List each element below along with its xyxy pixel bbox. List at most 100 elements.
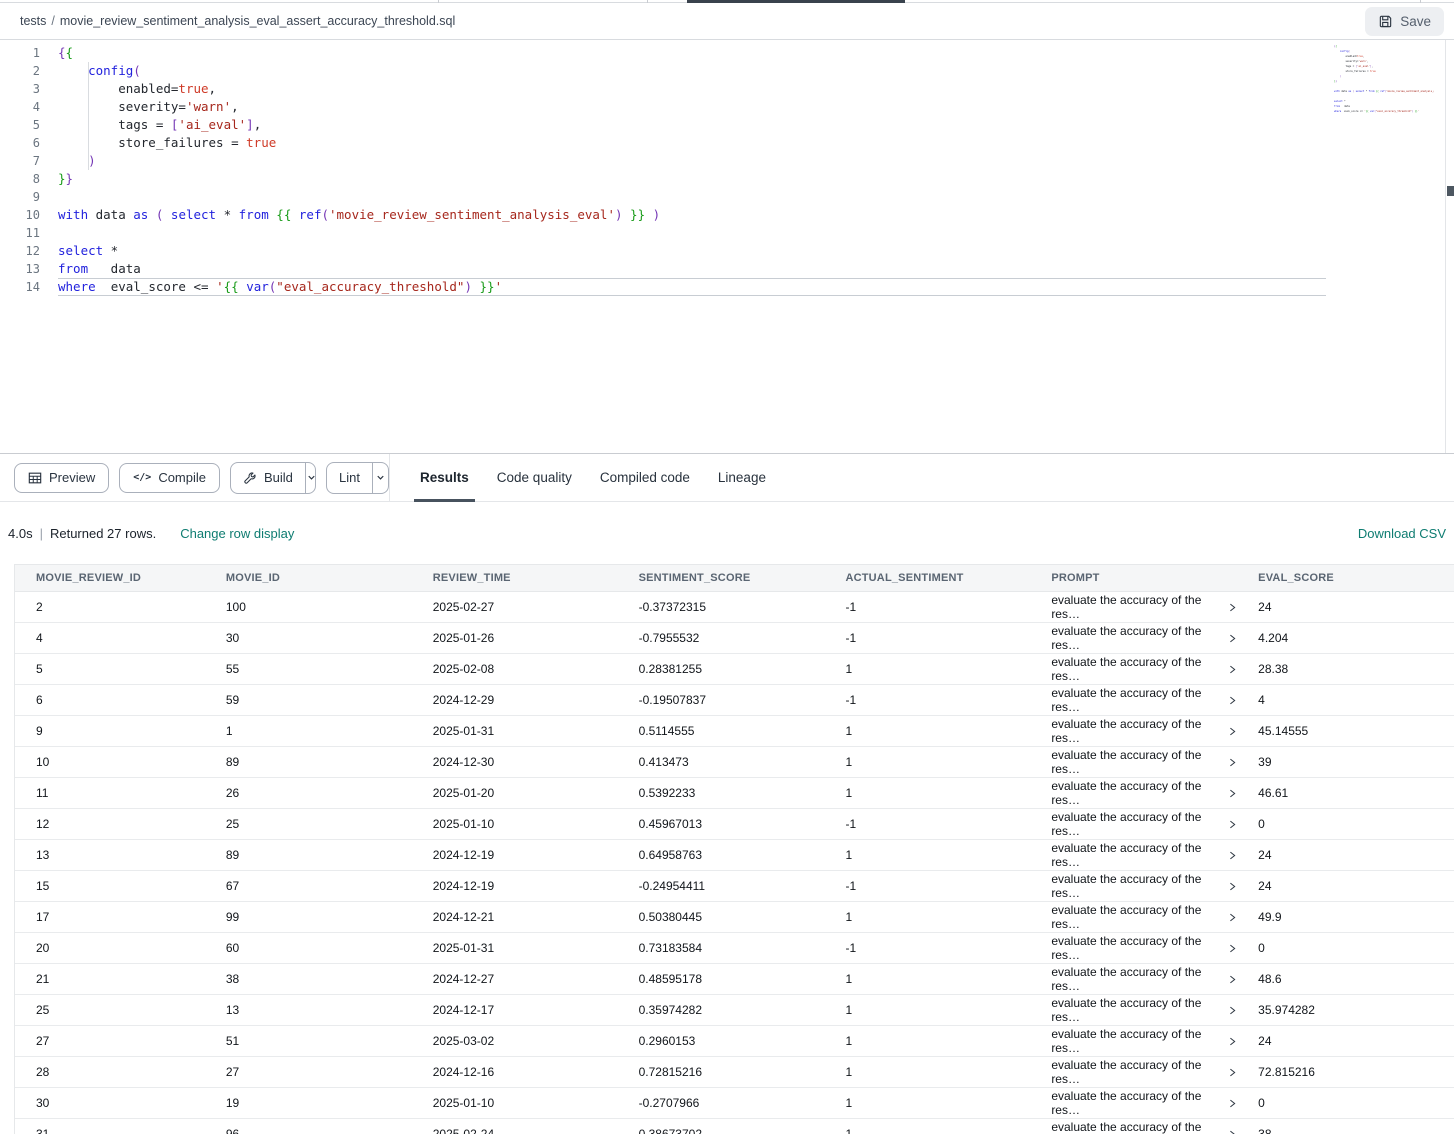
code-line[interactable]: enabled=true, (58, 80, 1326, 98)
table-row: 15672024-12-19-0.24954411-1evaluate the … (15, 871, 1454, 902)
cell-review-time: 2025-02-24 (412, 1119, 618, 1134)
cell-movie-review-id: 4 (15, 623, 205, 653)
table-icon (28, 471, 42, 485)
tab-results-label: Results (420, 470, 469, 485)
code-lines[interactable]: {{ config( enabled=true, severity='warn'… (58, 44, 1326, 296)
download-csv-link[interactable]: Download CSV (1358, 526, 1446, 541)
code-line[interactable] (58, 188, 1326, 206)
prompt-preview-text: evaluate the accuracy of the res… (1051, 810, 1220, 838)
cell-eval-score: 0 (1237, 1088, 1454, 1118)
table-row: 13892024-12-190.649587631evaluate the ac… (15, 840, 1454, 871)
breadcrumb-folder[interactable]: tests (20, 14, 46, 28)
tab-results[interactable]: Results (420, 454, 469, 501)
tab-compiled-code[interactable]: Compiled code (600, 454, 690, 501)
cell-sentiment-score: -0.7955532 (618, 623, 825, 653)
build-dropdown-button[interactable] (305, 463, 316, 493)
cell-prompt: evaluate the accuracy of the res… (1030, 1119, 1237, 1134)
cell-actual-sentiment: 1 (824, 716, 1030, 746)
compile-button-label: Compile (158, 470, 206, 485)
expand-prompt-chevron-right-icon[interactable] (1227, 819, 1237, 830)
cell-movie-id: 96 (205, 1119, 412, 1134)
code-line[interactable]: from data (58, 260, 1326, 278)
cell-movie-id: 1 (205, 716, 412, 746)
expand-prompt-chevron-right-icon[interactable] (1227, 602, 1237, 613)
build-button[interactable]: Build (231, 463, 305, 493)
cell-eval-score: 35.974282 (1237, 995, 1454, 1025)
editor-scrollbar[interactable] (1445, 40, 1454, 453)
compile-button[interactable]: </> Compile (119, 463, 220, 493)
breadcrumb-filename: movie_review_sentiment_analysis_eval_ass… (60, 14, 455, 28)
cell-movie-id: 59 (205, 685, 412, 715)
cell-sentiment-score: -0.24954411 (618, 871, 825, 901)
expand-prompt-chevron-right-icon[interactable] (1227, 1067, 1237, 1078)
line-number: 4 (0, 98, 40, 116)
cell-sentiment-score: 0.64958763 (618, 840, 825, 870)
cell-sentiment-score: 0.50380445 (618, 902, 825, 932)
line-number: 8 (0, 170, 40, 188)
cell-eval-score: 0 (1237, 809, 1454, 839)
prompt-preview-text: evaluate the accuracy of the res… (1051, 996, 1220, 1024)
cell-eval-score: 24 (1237, 1026, 1454, 1056)
code-line[interactable]: store_failures = true (58, 134, 1326, 152)
line-number: 14 (0, 278, 40, 296)
expand-prompt-chevron-right-icon[interactable] (1227, 912, 1237, 923)
cell-prompt: evaluate the accuracy of the res… (1030, 654, 1237, 684)
code-editor[interactable]: 1234567891011121314 {{ config( enabled=t… (0, 40, 1454, 453)
expand-prompt-chevron-right-icon[interactable] (1227, 695, 1237, 706)
cell-movie-id: 89 (205, 840, 412, 870)
toolbar-divider (389, 454, 390, 501)
column-header: ACTUAL_SENTIMENT (824, 565, 1030, 591)
expand-prompt-chevron-right-icon[interactable] (1227, 757, 1237, 768)
editor-scrollbar-thumb[interactable] (1447, 186, 1454, 196)
expand-prompt-chevron-right-icon[interactable] (1227, 664, 1237, 675)
save-button[interactable]: Save (1365, 7, 1444, 36)
expand-prompt-chevron-right-icon[interactable] (1227, 943, 1237, 954)
tab-lineage[interactable]: Lineage (718, 454, 766, 501)
expand-prompt-chevron-right-icon[interactable] (1227, 974, 1237, 985)
code-line[interactable]: }} (58, 170, 1326, 188)
prompt-preview-text: evaluate the accuracy of the res… (1051, 593, 1220, 621)
minimap[interactable]: {{ config( enabled=true, severity='warn'… (1334, 44, 1434, 114)
expand-prompt-chevron-right-icon[interactable] (1227, 788, 1237, 799)
expand-prompt-chevron-right-icon[interactable] (1227, 633, 1237, 644)
minimap-line: with data as ( select * from {{ ref('mov… (1334, 89, 1434, 94)
expand-prompt-chevron-right-icon[interactable] (1227, 1005, 1237, 1016)
chevron-down-icon (375, 472, 386, 483)
cell-sentiment-score: -0.19507837 (618, 685, 825, 715)
code-line[interactable]: with data as ( select * from {{ ref('mov… (58, 206, 1326, 224)
prompt-preview-text: evaluate the accuracy of the res… (1051, 748, 1220, 776)
code-line[interactable]: config( (58, 62, 1326, 80)
expand-prompt-chevron-right-icon[interactable] (1227, 850, 1237, 861)
lint-button[interactable]: Lint (327, 463, 372, 493)
tab-code-quality[interactable]: Code quality (497, 454, 572, 501)
row-count-text: Returned 27 rows. (50, 526, 156, 541)
code-line[interactable]: tags = ['ai_eval'], (58, 116, 1326, 134)
cell-movie-review-id: 27 (15, 1026, 205, 1056)
code-line[interactable]: select * (58, 242, 1326, 260)
table-row: 30192025-01-10-0.27079661evaluate the ac… (15, 1088, 1454, 1119)
cell-review-time: 2025-01-31 (412, 933, 618, 963)
change-row-display-link[interactable]: Change row display (180, 526, 294, 541)
lint-button-label: Lint (339, 470, 360, 485)
expand-prompt-chevron-right-icon[interactable] (1227, 1036, 1237, 1047)
cell-movie-review-id: 17 (15, 902, 205, 932)
lint-dropdown-button[interactable] (372, 463, 388, 493)
code-line[interactable]: severity='warn', (58, 98, 1326, 116)
cell-movie-review-id: 6 (15, 685, 205, 715)
expand-prompt-chevron-right-icon[interactable] (1227, 881, 1237, 892)
expand-prompt-chevron-right-icon[interactable] (1227, 726, 1237, 737)
code-line[interactable]: where eval_score <= '{{ var("eval_accura… (58, 278, 1326, 296)
code-line[interactable] (58, 224, 1326, 242)
expand-prompt-chevron-right-icon[interactable] (1227, 1098, 1237, 1109)
line-number: 7 (0, 152, 40, 170)
expand-prompt-chevron-right-icon[interactable] (1227, 1129, 1237, 1134)
preview-button[interactable]: Preview (14, 463, 109, 493)
cell-prompt: evaluate the accuracy of the res… (1030, 995, 1237, 1025)
cell-eval-score: 45.14555 (1237, 716, 1454, 746)
cell-movie-review-id: 25 (15, 995, 205, 1025)
code-line[interactable]: ) (58, 152, 1326, 170)
table-row: 6592024-12-29-0.19507837-1evaluate the a… (15, 685, 1454, 716)
code-line[interactable]: {{ (58, 44, 1326, 62)
cell-movie-review-id: 20 (15, 933, 205, 963)
line-number: 5 (0, 116, 40, 134)
